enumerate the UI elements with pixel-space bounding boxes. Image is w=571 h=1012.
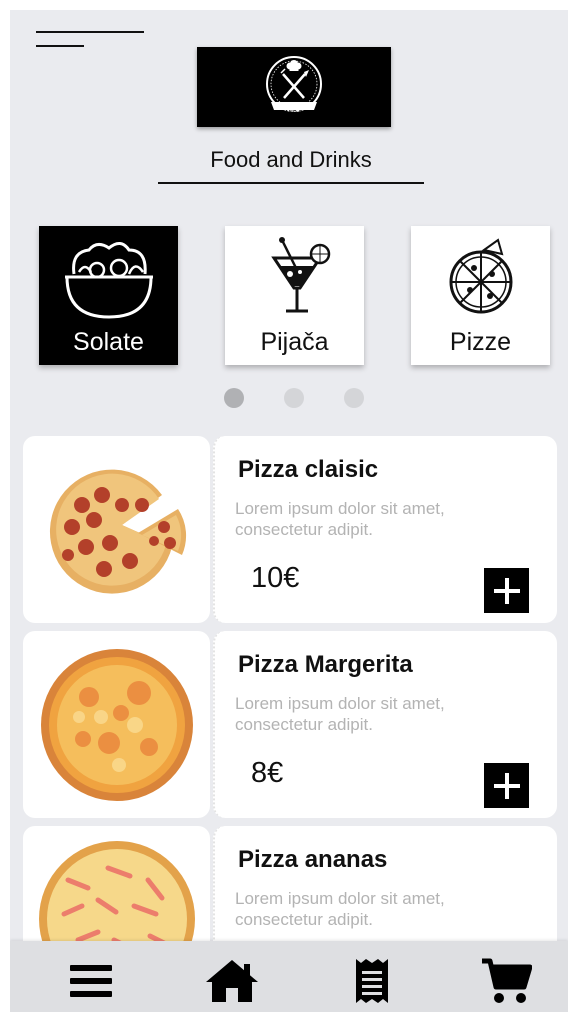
cart-icon [482,958,532,1003]
carousel-dot-active[interactable] [224,388,244,408]
product-card[interactable]: Pizza claisic Lorem ipsum dolor sit amet… [23,436,557,623]
product-name: Pizza claisic [238,456,379,483]
product-description: Lorem ipsum dolor sit amet, consectetur … [235,694,445,734]
nav-cart[interactable] [478,953,534,1009]
brand-logo: FOOD AND DRINKS [197,47,391,127]
nav-menu[interactable] [63,953,119,1009]
salad-bowl-icon [64,242,153,319]
margherita-pizza-image [40,648,193,801]
product-image [23,436,210,623]
carousel-indicator [224,388,364,408]
category-solate[interactable]: Solate [39,226,178,365]
menu-lines-icon[interactable] [36,31,144,49]
product-price: 10€ [251,562,300,594]
add-to-cart-button[interactable] [484,568,529,613]
page-title: Food and Drinks [210,147,372,172]
product-info: Pizza claisic Lorem ipsum dolor sit amet… [213,436,557,623]
nav-orders[interactable] [344,953,400,1009]
product-price: 8€ [251,757,284,789]
plus-icon [493,772,520,799]
carousel-dot[interactable] [284,388,304,408]
carousel-dot[interactable] [344,388,364,408]
cocktail-icon [270,237,330,316]
product-image [23,631,210,818]
product-name: Pizza ananas [238,846,388,873]
receipt-icon [356,959,388,1003]
pizza-icon [449,238,512,314]
product-card[interactable]: Pizza Margerita Lorem ipsum dolor sit am… [23,631,557,818]
app-screen: FOOD AND DRINKS Food and Drinks Solate P… [10,10,568,1012]
product-info: Pizza Margerita Lorem ipsum dolor sit am… [213,631,557,818]
title-underline [158,182,424,184]
logo-text: FOOD AND DRINKS [266,110,322,116]
product-name: Pizza Margerita [238,651,413,678]
menu-icon [70,965,112,997]
product-description: Lorem ipsum dolor sit amet, consectetur … [235,889,445,929]
category-label: Solate [73,328,144,356]
bottom-navigation [10,941,568,1012]
plus-icon [493,577,520,604]
product-description: Lorem ipsum dolor sit amet, consectetur … [235,499,445,539]
nav-home[interactable] [204,953,260,1009]
pepperoni-pizza-image [49,469,186,594]
category-label: Pizze [449,328,512,356]
category-label: Pijača [260,328,329,356]
category-pijaca[interactable]: Pijača [225,226,364,365]
add-to-cart-button[interactable] [484,763,529,808]
home-icon [206,960,258,1002]
category-pizze[interactable]: Pizze [411,226,550,365]
